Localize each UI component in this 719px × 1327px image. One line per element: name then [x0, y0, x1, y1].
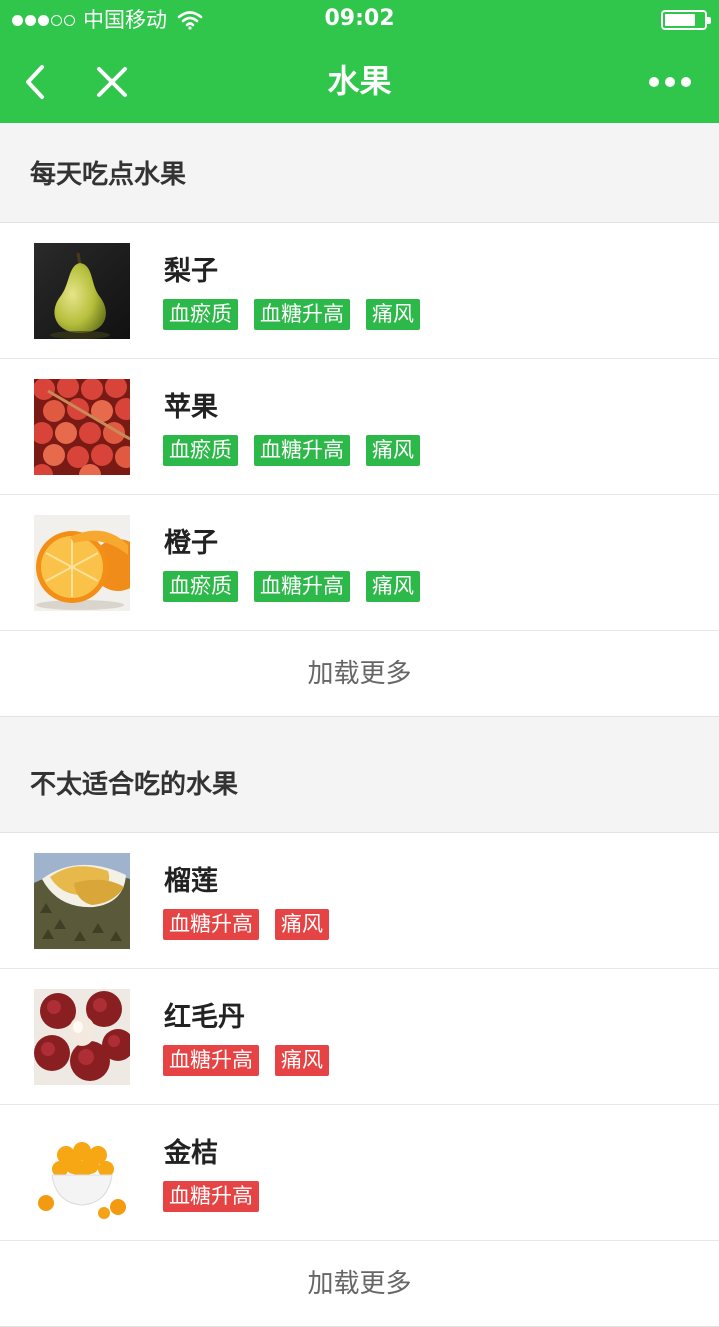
load-more-button[interactable]: 加载更多: [0, 631, 719, 717]
tag: 血糖升高: [163, 909, 259, 940]
tag: 痛风: [275, 909, 329, 940]
more-dots-icon: [649, 76, 691, 87]
tag: 血糖升高: [254, 435, 350, 466]
more-button[interactable]: [635, 40, 705, 123]
tag: 痛风: [366, 571, 420, 602]
fruit-name: 红毛丹: [164, 1002, 245, 1033]
tag-list: 血瘀质 血糖升高 痛风: [163, 435, 436, 466]
durian-image: [34, 853, 130, 949]
list-item[interactable]: 榴莲 血糖升高 痛风: [0, 833, 719, 969]
kumquat-image: [34, 1125, 130, 1221]
tag: 血瘀质: [163, 435, 238, 466]
nav-bar: 水果: [0, 40, 719, 123]
tag: 痛风: [275, 1045, 329, 1076]
back-button[interactable]: [10, 40, 60, 123]
section-header-not-recommended: 不太适合吃的水果: [0, 717, 719, 833]
orange-image: [34, 515, 130, 611]
rambutan-image: [34, 989, 130, 1085]
list-item[interactable]: 苹果 血瘀质 血糖升高 痛风: [0, 359, 719, 495]
tag: 血糖升高: [254, 571, 350, 602]
list-item[interactable]: 梨子 血瘀质 血糖升高 痛风: [0, 223, 719, 359]
tag-list: 血糖升高 痛风: [163, 909, 345, 940]
section-header-recommended: 每天吃点水果: [0, 123, 719, 223]
status-time: 09:02: [324, 6, 395, 31]
fruit-name: 榴莲: [164, 866, 218, 897]
apple-image: [34, 379, 130, 475]
tag-list: 血糖升高 痛风: [163, 1045, 345, 1076]
list-item[interactable]: 橙子 血瘀质 血糖升高 痛风: [0, 495, 719, 631]
section-title: 每天吃点水果: [30, 160, 187, 190]
list-item[interactable]: 红毛丹 血糖升高 痛风: [0, 969, 719, 1105]
tag-list: 血瘀质 血糖升高 痛风: [163, 571, 436, 602]
list-item[interactable]: 金桔 血糖升高: [0, 1105, 719, 1241]
close-icon: [97, 66, 127, 97]
chevron-left-icon: [26, 64, 44, 99]
fruit-name: 苹果: [164, 392, 218, 423]
tag: 血瘀质: [163, 299, 238, 330]
tag: 血糖升高: [163, 1181, 259, 1212]
tag-list: 血糖升高: [163, 1181, 275, 1212]
tag: 痛风: [366, 299, 420, 330]
fruit-name: 梨子: [164, 256, 218, 287]
pear-image: [34, 243, 130, 339]
tag: 血糖升高: [254, 299, 350, 330]
fruit-name: 金桔: [164, 1138, 218, 1169]
tag: 血糖升高: [163, 1045, 259, 1076]
fruit-name: 橙子: [164, 528, 218, 559]
tag: 血瘀质: [163, 571, 238, 602]
tag: 痛风: [366, 435, 420, 466]
battery-icon: [661, 10, 711, 30]
load-more-button[interactable]: 加载更多: [0, 1241, 719, 1327]
status-bar: 中国移动 09:02: [0, 0, 719, 40]
close-button[interactable]: [86, 40, 138, 123]
tag-list: 血瘀质 血糖升高 痛风: [163, 299, 436, 330]
section-title: 不太适合吃的水果: [30, 770, 239, 800]
